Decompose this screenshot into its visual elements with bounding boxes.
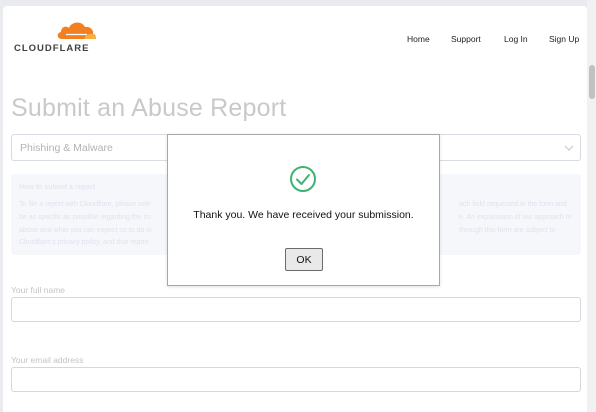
- confirmation-dialog: Thank you. We have received your submiss…: [167, 134, 440, 286]
- check-circle-icon: [290, 166, 316, 192]
- confirmation-message: Thank you. We have received your submiss…: [193, 209, 414, 221]
- ok-button[interactable]: OK: [285, 248, 323, 271]
